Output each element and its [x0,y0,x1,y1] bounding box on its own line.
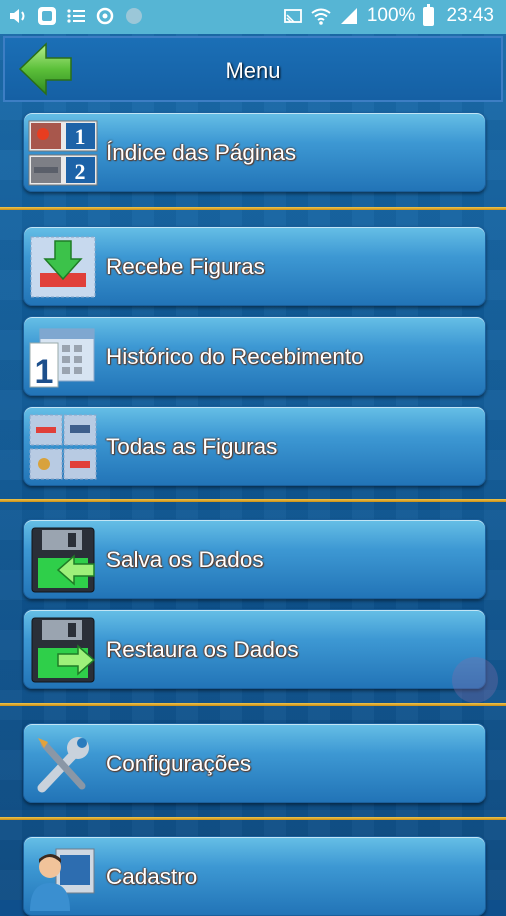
status-icons-left [8,6,144,26]
section-divider [0,499,506,502]
clock: 23:43 [446,5,494,26]
page-number-2: 2 [75,159,86,184]
save-data-icon [28,526,98,594]
calendar-icon: 1 [28,323,98,391]
dot-notification-icon [126,8,142,24]
battery-icon [423,3,435,26]
section-divider [0,817,506,820]
user-register-icon [28,843,98,911]
menu-item-settings[interactable]: Configurações [23,723,486,803]
calendar-day-number: 1 [35,353,54,391]
menu-item-label: Salva os Dados [106,547,264,572]
all-figures-icon [28,413,98,481]
app-notification-icon [38,7,56,25]
list-notification-icon [67,9,85,23]
menu-item-label: Configurações [106,751,252,776]
menu-item-label: Todas as Figuras [106,434,278,459]
tools-icon [28,730,98,798]
pages-index-icon: 1 2 [28,119,98,187]
menu-item-page-index[interactable]: 1 2 Índice das Páginas [23,112,486,192]
volume-icon [10,9,25,23]
sync-icon [96,7,114,25]
menu-item-receive-figures[interactable]: Recebe Figuras [23,226,486,306]
menu-item-all-figures[interactable]: Todas as Figuras [23,406,486,486]
menu-item-label: Recebe Figuras [106,254,265,279]
signal-icon [340,8,357,24]
status-bar: 100% 23:43 [0,0,506,34]
title-bar: Menu [3,36,503,102]
section-divider [0,207,506,210]
page-title: Menu [225,58,281,83]
menu-item-receipt-history[interactable]: 1 Histórico do Recebimento [23,316,486,396]
wifi-icon [311,8,331,25]
menu-item-save-data[interactable]: Salva os Dados [23,519,486,599]
battery-percent: 100% [366,5,416,26]
page-number-1: 1 [75,124,86,149]
section-divider [0,703,506,706]
menu-item-label: Cadastro [106,864,198,889]
menu-item-label: Restaura os Dados [106,637,299,662]
receive-figures-icon [28,233,98,301]
menu-item-register[interactable]: Cadastro [23,836,486,916]
restore-data-icon [28,616,98,684]
menu-item-restore-data[interactable]: Restaura os Dados [23,609,486,689]
floating-overlay-button[interactable] [452,657,498,703]
status-icons-right: 100% 23:43 [283,3,494,27]
menu-item-label: Histórico do Recebimento [106,344,364,369]
menu-item-label: Índice das Páginas [106,140,297,165]
cast-icon [283,9,302,23]
